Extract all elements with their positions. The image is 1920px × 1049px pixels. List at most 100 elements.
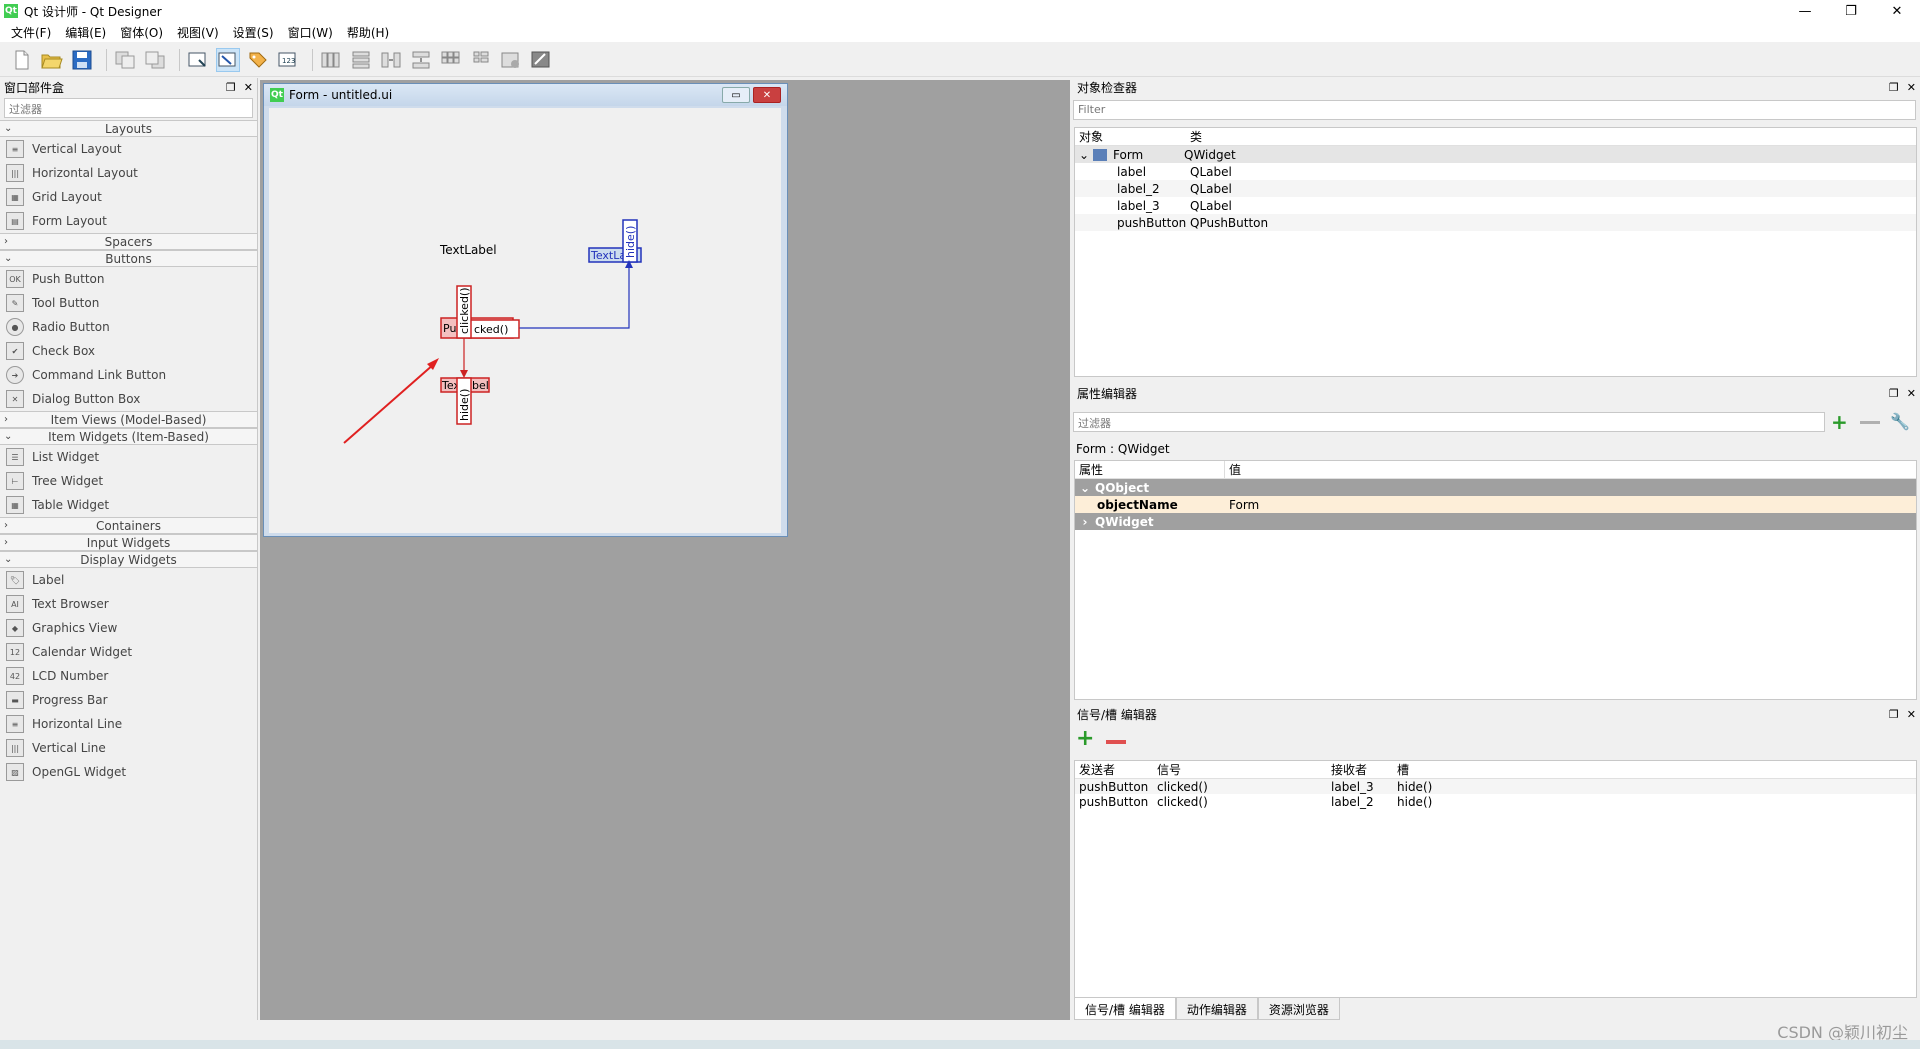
- category-layouts[interactable]: ⌄ Layouts: [0, 120, 257, 137]
- form-close-button[interactable]: ✕: [753, 87, 781, 103]
- tree-row[interactable]: label_3 QLabel: [1075, 197, 1916, 214]
- widget-text-browser[interactable]: AI Text Browser: [0, 592, 257, 616]
- property-value[interactable]: Form: [1225, 498, 1259, 512]
- form-canvas[interactable]: TextLabel TextLa hide() Pu cked() clicke…: [269, 108, 781, 533]
- menu-view[interactable]: 视图(V): [170, 24, 226, 41]
- connection-row[interactable]: pushButton clicked() label_3 hide(): [1075, 779, 1916, 794]
- form-minimize-button[interactable]: ▭: [722, 87, 750, 103]
- tab-action-editor[interactable]: 动作编辑器: [1175, 998, 1258, 1020]
- edit-buddies-icon[interactable]: [246, 48, 270, 72]
- close-icon[interactable]: ✕: [1907, 708, 1916, 721]
- menu-settings[interactable]: 设置(S): [226, 24, 281, 41]
- restore-button[interactable]: ❐: [1828, 0, 1874, 22]
- property-row-objectname[interactable]: objectName Form: [1075, 496, 1916, 513]
- widget-horizontal-layout[interactable]: ||| Horizontal Layout: [0, 161, 257, 185]
- widget-horizontal-line[interactable]: ≡ Horizontal Line: [0, 712, 257, 736]
- menu-help[interactable]: 帮助(H): [340, 24, 396, 41]
- tree-row[interactable]: label QLabel: [1075, 163, 1916, 180]
- menu-form[interactable]: 窗体(O): [113, 24, 170, 41]
- object-filter-input[interactable]: Filter: [1073, 100, 1916, 120]
- label-textlabel[interactable]: TextLabel: [439, 243, 497, 257]
- connection-row[interactable]: pushButton clicked() label_2 hide(): [1075, 794, 1916, 809]
- add-connection-icon[interactable]: +: [1076, 728, 1094, 750]
- connection-sender[interactable]: pushButton: [1075, 795, 1153, 809]
- float-icon[interactable]: ❐: [1889, 708, 1899, 721]
- float-icon[interactable]: ❐: [1889, 81, 1899, 94]
- connection-sender[interactable]: pushButton: [1075, 780, 1153, 794]
- form-titlebar[interactable]: Qt Form - untitled.ui: [264, 84, 787, 106]
- close-icon[interactable]: ✕: [1907, 81, 1916, 94]
- widget-grid-layout[interactable]: ▦ Grid Layout: [0, 185, 257, 209]
- add-property-icon[interactable]: +: [1831, 412, 1848, 432]
- widget-form-layout[interactable]: ▤ Form Layout: [0, 209, 257, 233]
- close-icon[interactable]: ✕: [1907, 387, 1916, 400]
- connection-slot[interactable]: hide(): [1393, 780, 1432, 794]
- property-filter-input[interactable]: 过滤器: [1073, 412, 1825, 432]
- edit-tab-order-icon[interactable]: 123: [276, 48, 300, 72]
- form-window[interactable]: Qt Form - untitled.ui ▭ ✕ TextLabel Text…: [263, 83, 788, 537]
- widget-table-widget[interactable]: ▦ Table Widget: [0, 493, 257, 517]
- tree-row[interactable]: pushButton QPushButton: [1075, 214, 1916, 231]
- menu-file[interactable]: 文件(F): [4, 24, 58, 41]
- col-sender[interactable]: 发送者: [1075, 761, 1153, 778]
- minimize-button[interactable]: —: [1782, 0, 1828, 22]
- widget-filter-input[interactable]: 过滤器: [4, 98, 253, 118]
- widget-vertical-line[interactable]: ||| Vertical Line: [0, 736, 257, 760]
- float-icon[interactable]: ❐: [226, 81, 236, 94]
- connection-slot[interactable]: hide(): [1393, 795, 1432, 809]
- category-spacers[interactable]: › Spacers: [0, 233, 257, 250]
- category-containers[interactable]: › Containers: [0, 517, 257, 534]
- widget-push-button[interactable]: OK Push Button: [0, 267, 257, 291]
- col-object[interactable]: 对象: [1075, 128, 1190, 145]
- widget-progress-bar[interactable]: ▬ Progress Bar: [0, 688, 257, 712]
- widget-tool-button[interactable]: ✎ Tool Button: [0, 291, 257, 315]
- edit-signals-slots-icon[interactable]: [216, 47, 240, 72]
- widget-calendar-widget[interactable]: 12 Calendar Widget: [0, 640, 257, 664]
- layout-vertical-icon[interactable]: [349, 48, 373, 72]
- category-display-widgets[interactable]: ⌄ Display Widgets: [0, 551, 257, 568]
- close-button[interactable]: ✕: [1874, 0, 1920, 22]
- col-signal[interactable]: 信号: [1153, 761, 1327, 778]
- property-group-qwidget[interactable]: › QWidget: [1075, 513, 1916, 530]
- widget-radio-button[interactable]: ● Radio Button: [0, 315, 257, 339]
- widget-tree-widget[interactable]: ⊢ Tree Widget: [0, 469, 257, 493]
- category-item-widgets[interactable]: ⌄ Item Widgets (Item-Based): [0, 428, 257, 445]
- close-icon[interactable]: ✕: [244, 81, 253, 94]
- send-back-icon[interactable]: [143, 48, 167, 72]
- category-input-widgets[interactable]: › Input Widgets: [0, 534, 257, 551]
- layout-form-icon[interactable]: [469, 48, 493, 72]
- connection-line-label2[interactable]: [518, 262, 630, 329]
- layout-v-splitter-icon[interactable]: [409, 48, 433, 72]
- widget-vertical-layout[interactable]: ≡ Vertical Layout: [0, 137, 257, 161]
- category-item-views[interactable]: › Item Views (Model-Based): [0, 411, 257, 428]
- break-layout-icon[interactable]: [499, 48, 523, 72]
- property-group-qobject[interactable]: ⌄ QObject: [1075, 479, 1916, 496]
- layout-h-splitter-icon[interactable]: [379, 48, 403, 72]
- new-file-icon[interactable]: [10, 48, 34, 72]
- tab-signal-slot-editor[interactable]: 信号/槽 编辑器: [1074, 998, 1176, 1020]
- col-value[interactable]: 值: [1225, 461, 1241, 478]
- connection-receiver[interactable]: label_2: [1327, 795, 1393, 809]
- widget-lcd-number[interactable]: 42 LCD Number: [0, 664, 257, 688]
- widget-opengl-widget[interactable]: ▨ OpenGL Widget: [0, 760, 257, 784]
- connection-signal[interactable]: clicked(): [1153, 780, 1327, 794]
- col-class[interactable]: 类: [1190, 128, 1916, 145]
- menu-window[interactable]: 窗口(W): [281, 24, 340, 41]
- col-receiver[interactable]: 接收者: [1327, 761, 1393, 778]
- chevron-down-icon[interactable]: ⌄: [1075, 148, 1093, 162]
- remove-connection-icon[interactable]: [1106, 740, 1126, 744]
- layout-grid-icon[interactable]: [439, 48, 463, 72]
- widget-command-link-button[interactable]: ➔ Command Link Button: [0, 363, 257, 387]
- save-icon[interactable]: [70, 48, 94, 72]
- tab-resource-browser[interactable]: 资源浏览器: [1257, 998, 1340, 1020]
- col-slot[interactable]: 槽: [1393, 761, 1409, 778]
- tree-row[interactable]: label_2 QLabel: [1075, 180, 1916, 197]
- widget-check-box[interactable]: ✔ Check Box: [0, 339, 257, 363]
- edit-widgets-icon[interactable]: [186, 48, 210, 72]
- remove-property-icon[interactable]: [1860, 421, 1880, 424]
- tree-row-form[interactable]: ⌄ Form QWidget: [1075, 146, 1916, 163]
- menu-edit[interactable]: 编辑(E): [58, 24, 113, 41]
- widget-graphics-view[interactable]: ◆ Graphics View: [0, 616, 257, 640]
- open-file-icon[interactable]: [40, 48, 64, 72]
- configure-icon[interactable]: 🔧: [1890, 412, 1910, 431]
